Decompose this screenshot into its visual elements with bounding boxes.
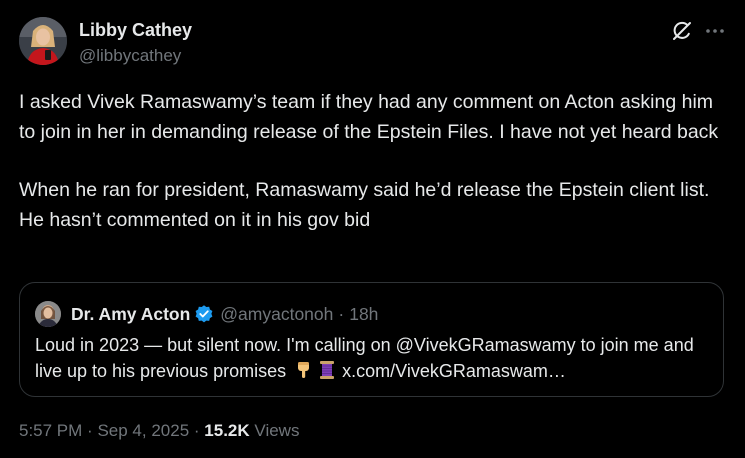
post-date[interactable]: Sep 4, 2025 bbox=[97, 421, 189, 440]
quoted-author-handle[interactable]: @amyactonoh bbox=[220, 304, 333, 325]
tweet-meta: 5:57 PM · Sep 4, 2025 · 15.2K Views bbox=[19, 421, 299, 441]
quoted-timestamp[interactable]: 18h bbox=[349, 304, 378, 325]
separator: · bbox=[87, 421, 93, 440]
post-time[interactable]: 5:57 PM bbox=[19, 421, 82, 440]
more-icon[interactable] bbox=[703, 21, 727, 41]
quoted-text: Loud in 2023 — but silent now. I'm calli… bbox=[35, 333, 715, 384]
views-count: 15.2K bbox=[204, 421, 250, 440]
tweet: Libby Cathey @libbycathey I asked Vivek … bbox=[0, 0, 745, 458]
spool-of-thread-icon bbox=[317, 360, 337, 380]
pointing-down-hand-icon bbox=[294, 360, 314, 380]
tweet-text: I asked Vivek Ramaswamy’s team if they h… bbox=[19, 88, 729, 235]
separator: · bbox=[338, 303, 345, 324]
author-name[interactable]: Libby Cathey bbox=[79, 20, 192, 41]
quoted-link[interactable]: x.com/VivekGRamaswam… bbox=[342, 361, 566, 381]
quoted-author-avatar[interactable] bbox=[35, 301, 61, 327]
quoted-author-name[interactable]: Dr. Amy Acton bbox=[71, 304, 190, 325]
separator: · bbox=[193, 421, 200, 440]
tweet-paragraph: When he ran for president, Ramaswamy sai… bbox=[19, 179, 710, 231]
tweet-paragraph: I asked Vivek Ramaswamy’s team if they h… bbox=[19, 91, 719, 143]
verified-badge-icon bbox=[194, 304, 214, 324]
views-label: Views bbox=[254, 421, 300, 440]
author-handle[interactable]: @libbycathey bbox=[79, 46, 181, 66]
author-avatar[interactable] bbox=[19, 17, 67, 65]
quoted-tweet[interactable]: Dr. Amy Acton @amyactonoh · 18h Loud in … bbox=[19, 282, 724, 397]
grok-icon[interactable] bbox=[671, 20, 693, 42]
quoted-header: Dr. Amy Acton @amyactonoh · 18h bbox=[71, 302, 378, 326]
